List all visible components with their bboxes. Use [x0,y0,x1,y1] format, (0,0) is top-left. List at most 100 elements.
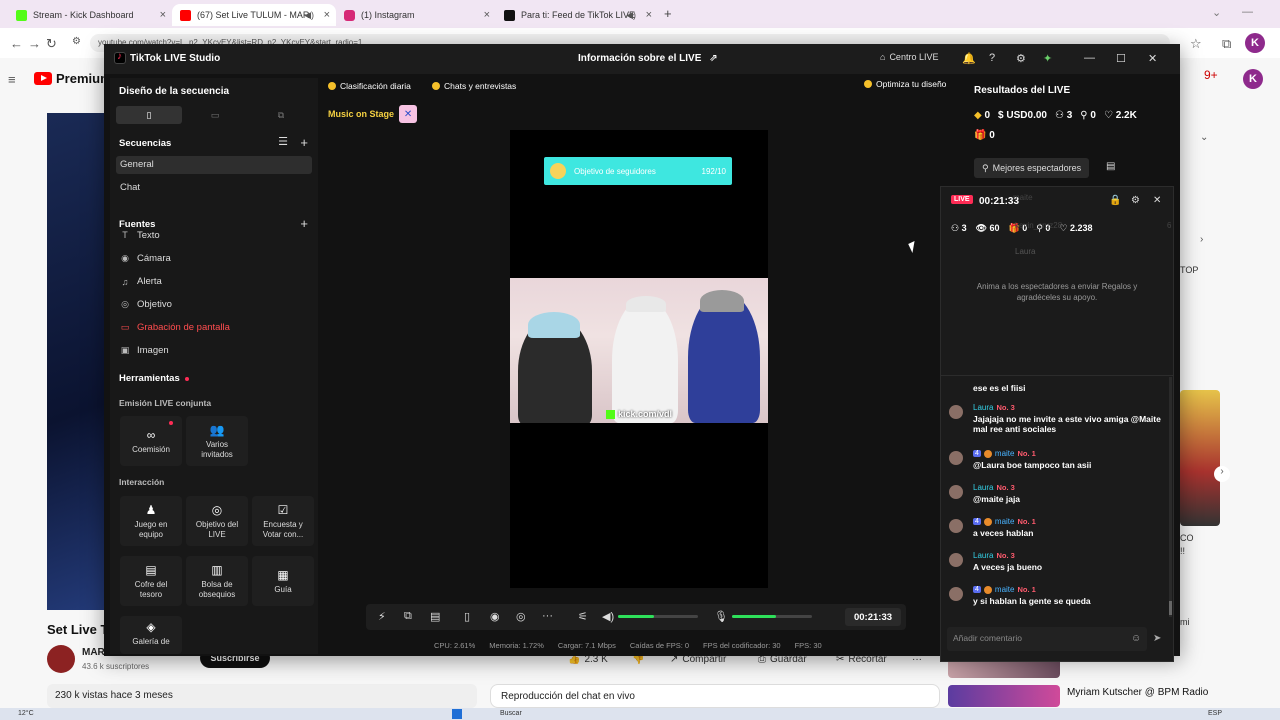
channel-name[interactable]: MAR [82,647,105,658]
source-item-alert[interactable]: ♫ Alerta [120,276,162,287]
close-icon[interactable]: ✕ [1148,52,1157,65]
taskbar-search[interactable]: Buscar [500,710,522,717]
youtube-avatar[interactable]: K [1243,69,1263,89]
team-game-button[interactable]: ♟ Juego en equipo [120,496,182,546]
daily-ranking-chip[interactable]: Clasificación diaria [328,79,411,93]
recommended-thumbnail[interactable] [1180,390,1220,526]
camera-feed[interactable]: kick.com/vdl [510,278,768,423]
guide-button[interactable]: ▦ Guía [252,556,314,606]
follower-goal-widget[interactable]: Objetivo de seguidores 192/10 [544,157,732,185]
reload-icon[interactable]: ↻ [46,36,57,52]
send-icon[interactable]: ➤ [1153,633,1161,644]
site-settings-icon[interactable]: ⚙ [72,36,81,47]
profile-avatar[interactable]: K [1245,33,1265,53]
close-icon[interactable]: × [324,9,330,21]
live-goal-button[interactable]: ◎ Objetivo del LIVE [186,496,248,546]
windows-icon[interactable] [452,709,462,719]
chevron-right-icon[interactable]: › [1214,466,1230,482]
layers-icon[interactable]: ⧉ [404,610,412,623]
mixer-icon[interactable]: ⚟ [578,610,588,623]
notification-badge[interactable]: 9+ [1204,68,1218,82]
speaker-icon[interactable]: ◀) [626,10,636,21]
chat-replay-bar[interactable]: Reproducción del chat en vivo [490,684,940,708]
add-source-button[interactable]: + [300,216,308,231]
youtube-video-player[interactable] [47,113,107,610]
close-icon[interactable]: × [160,9,166,21]
close-icon[interactable]: × [484,9,490,21]
scene-item-general[interactable]: General [116,156,312,174]
scene-item-chat[interactable]: Chat [116,179,312,197]
more-icon[interactable]: ··· [542,610,553,622]
gear-icon[interactable]: ⚙ [1131,195,1140,206]
recommended-title[interactable]: Myriam Kutscher @ BPM Radio [1067,687,1208,698]
gallery-button[interactable]: ◈ Galería de [120,616,182,654]
speaker-icon[interactable]: ◀) [304,10,314,21]
add-scene-button[interactable]: + [300,135,308,150]
report-icon[interactable]: ▤ [1106,161,1115,172]
recommended-thumbnail[interactable] [948,685,1060,707]
camera-toggle-icon[interactable]: ◎ [516,610,526,623]
comment-input[interactable]: Añadir comentario [947,627,1147,651]
centro-live-button[interactable]: ⌂ Centro LIVE [880,52,938,62]
treasure-chest-button[interactable]: ▤ Cofre del tesoro [120,556,182,606]
maximize-icon[interactable]: ☐ [1116,52,1126,65]
browser-tab-youtube[interactable]: (67) Set Live TULUM - MAR ◀) × [172,4,336,26]
music-on-stage-button[interactable]: Music on Stage ✕ [328,105,418,123]
source-item-image[interactable]: ▣ Imagen [120,345,169,356]
back-icon[interactable]: ← [10,36,23,51]
people-icon: ⚇ [1054,110,1064,121]
stream-preview[interactable]: Objetivo de seguidores 192/10 kick.com/v… [510,130,768,588]
menu-icon[interactable]: ≡ [8,72,16,87]
browser-tab-kick[interactable]: Stream - Kick Dashboard × [8,4,172,26]
list-icon[interactable]: ☰ [278,135,288,148]
youtube-logo[interactable]: Premium [34,71,112,86]
pin-icon[interactable]: ✦ [1043,52,1052,65]
team-icon: ♟ [145,502,157,517]
speaker-volume-slider[interactable] [618,615,698,618]
source-item-goal[interactable]: ◎ Objetivo [120,299,172,310]
magic-wand-icon[interactable]: ⚡ [378,610,386,623]
chevron-right-icon[interactable]: › [1200,234,1203,245]
multi-guest-button[interactable]: 👥 Varios invitados [186,416,248,466]
close-icon[interactable]: ✕ [1153,195,1161,206]
bookmark-star-icon[interactable]: ☆ [1190,36,1202,52]
browser-tab-instagram[interactable]: (1) Instagram × [336,4,496,26]
chevron-down-icon[interactable]: ⌄ [1200,132,1208,143]
minimize-icon[interactable]: — [1242,6,1253,18]
minimize-icon[interactable]: — [1084,52,1095,64]
chat-scrollbar[interactable] [1169,377,1172,617]
source-item-screen-capture[interactable]: ▭ Grabación de pantalla [120,322,230,333]
chevron-down-icon[interactable]: ⌄ [1212,6,1221,19]
emoji-icon[interactable]: ☺ [1131,633,1141,644]
channel-avatar[interactable] [47,645,75,673]
microphone-icon[interactable]: 🎙 [714,610,728,623]
phone-icon[interactable]: ▯ [464,610,470,623]
scrollbar-thumb[interactable] [1169,601,1172,615]
caption-icon[interactable]: ▤ [430,610,440,623]
avatar [949,519,963,533]
gift-bag-button[interactable]: ▥ Bolsa de obsequios [186,556,248,606]
portrait-option[interactable]: ▯ [116,106,182,124]
chats-interviews-chip[interactable]: Chats y entrevistas [432,79,516,93]
browser-tab-tiktok[interactable]: Para ti: Feed de TikTok LIVE ◀) × [496,4,658,26]
bell-icon[interactable]: 🔔 [962,52,976,65]
speaker-icon[interactable]: ◀) [602,610,614,623]
extensions-icon[interactable]: ⧉ [1222,36,1231,52]
live-info-button[interactable]: Información sobre el LIVE ⇗ [578,53,718,64]
source-item-text[interactable]: T Texto [120,231,159,239]
lock-icon[interactable]: 🔒 [1109,195,1121,206]
new-tab-button[interactable]: + [664,6,672,21]
video-description[interactable]: 230 k vistas hace 3 meses [47,684,477,708]
help-icon[interactable]: ? [989,52,995,64]
dual-option[interactable]: ⧉ [248,106,314,124]
gear-icon[interactable]: ⚙ [1016,52,1026,65]
record-icon[interactable]: ◉ [490,610,500,623]
close-icon[interactable]: × [646,9,652,21]
forward-icon[interactable]: → [28,36,41,51]
poll-button[interactable]: ☑ Encuesta y Votar con... [252,496,314,546]
optimize-design-button[interactable]: Optimiza tu diseño [864,79,946,89]
mic-volume-slider[interactable] [732,615,812,618]
best-viewers-button[interactable]: ⚲ Mejores espectadores [974,158,1090,178]
landscape-option[interactable]: ▭ [182,106,248,124]
source-item-camera[interactable]: ◉ Cámara [120,253,171,264]
